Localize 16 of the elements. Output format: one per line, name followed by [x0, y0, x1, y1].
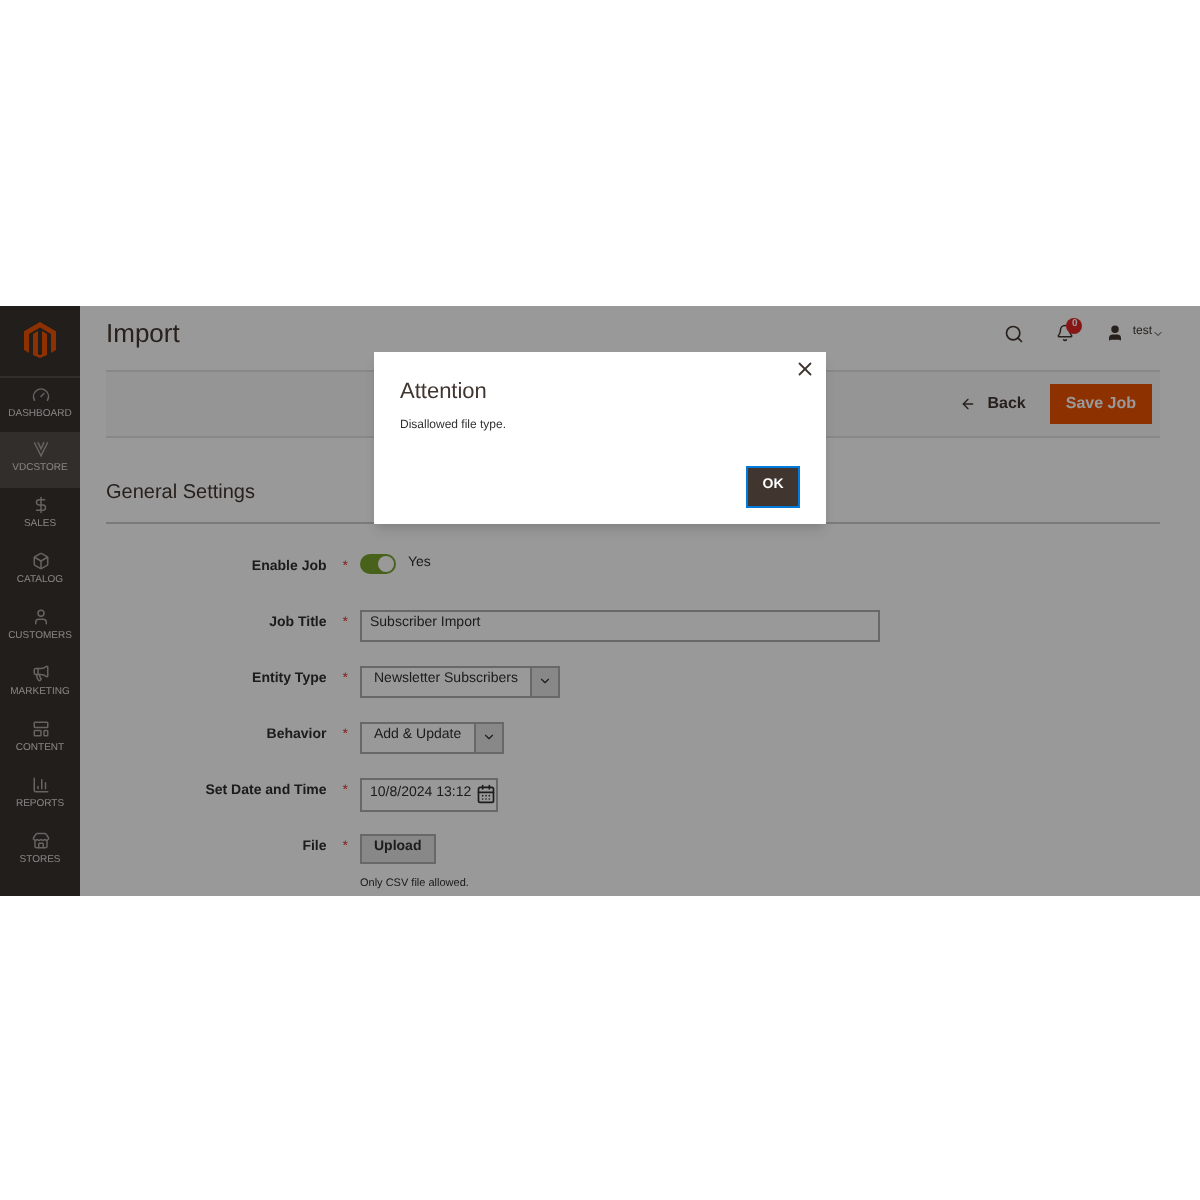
arrow-left-icon: [959, 395, 976, 411]
save-job-button[interactable]: Save Job: [1049, 383, 1152, 423]
page-title: Import: [106, 315, 180, 352]
dialog-title: Attention: [400, 377, 489, 407]
caret-icon: [481, 730, 496, 744]
logo-icon: [24, 322, 56, 358]
caret-icon: [1152, 327, 1164, 339]
toggle-switch[interactable]: [360, 553, 396, 574]
caret-icon: [537, 674, 552, 688]
section-title: General Settings: [106, 479, 255, 507]
back-button[interactable]: Back: [959, 391, 1026, 415]
calendar-icon: [475, 784, 496, 804]
bell-icon[interactable]: [1056, 324, 1075, 342]
search-icon[interactable]: [1004, 323, 1025, 343]
user-icon[interactable]: [1106, 324, 1125, 342]
close-icon[interactable]: [794, 357, 816, 379]
